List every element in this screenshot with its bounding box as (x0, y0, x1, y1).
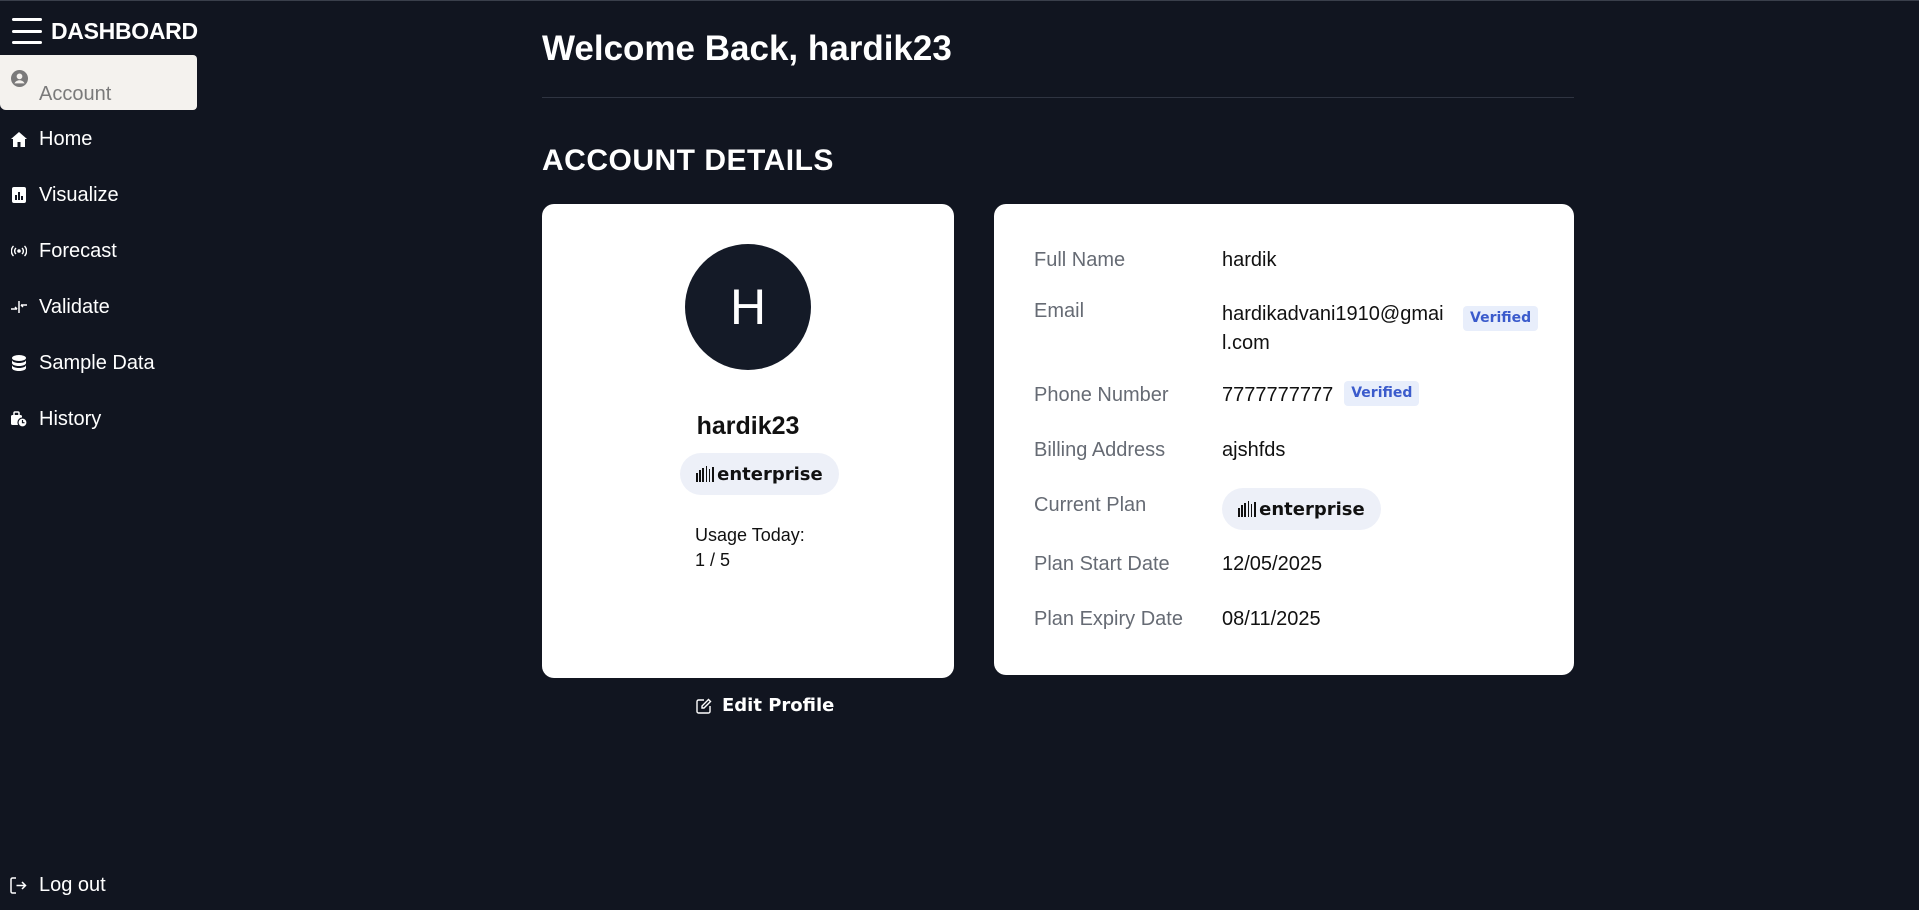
sidebar-item-label: Validate (39, 295, 110, 318)
sidebar-item-home[interactable]: Home (0, 113, 197, 165)
database-icon (10, 354, 28, 372)
detail-row-full-name: Full Name hardik (1034, 249, 1276, 272)
hamburger-menu-icon[interactable] (12, 18, 42, 44)
sidebar-item-label: History (39, 407, 102, 430)
usage-value: 1 / 5 (695, 550, 731, 570)
page-title: Welcome Back, hardik23 (542, 29, 952, 68)
detail-label: Email (1034, 300, 1085, 322)
sidebar-item-account[interactable]: Account (0, 55, 197, 110)
sidebar-item-validate[interactable]: Validate (0, 281, 197, 333)
phone-value: 7777777777 (1222, 384, 1334, 406)
sidebar-item-label: Account (39, 83, 112, 105)
logout-icon (10, 877, 28, 895)
sidebar-item-forecast[interactable]: Forecast (0, 225, 197, 277)
logout-label: Log out (39, 874, 106, 896)
detail-value: ajshfds (1222, 439, 1286, 461)
detail-label: Plan Expiry Date (1034, 608, 1183, 630)
logout-button[interactable]: Log out (10, 874, 106, 897)
plan-badge: enterprise (680, 453, 839, 495)
usage-today: Usage Today: 1 / 5 (695, 523, 805, 573)
home-icon (10, 130, 28, 148)
profile-card: H hardik23 enterprise Usage Today: 1 / 5 (542, 204, 954, 678)
broadcast-icon (10, 242, 28, 260)
usage-label: Usage Today: (695, 525, 805, 545)
sidebar-item-visualize[interactable]: Visualize (0, 169, 197, 221)
sidebar-item-history[interactable]: History (0, 393, 197, 445)
plan-badge-label: enterprise (717, 463, 823, 485)
divider (542, 97, 1574, 98)
user-circle-icon (10, 69, 28, 87)
detail-label: Phone Number (1034, 384, 1169, 406)
section-title: ACCOUNT DETAILS (542, 144, 834, 177)
verified-badge: Verified (1463, 306, 1539, 331)
sidebar-item-label: Sample Data (39, 351, 155, 374)
detail-row-billing: Billing Address ajshfds (1034, 439, 1285, 462)
plan-badge-label: enterprise (1259, 498, 1365, 520)
sidebar-item-sample-data[interactable]: Sample Data (0, 337, 197, 389)
detail-label: Full Name (1034, 249, 1126, 271)
brand: DASHBOARD (12, 16, 198, 46)
sidebar: DASHBOARD Account Home Visualize Forecas… (0, 1, 198, 910)
signal-bars-icon (696, 466, 715, 482)
plan-badge: enterprise (1222, 488, 1381, 530)
sidebar-item-label: Forecast (39, 239, 117, 262)
detail-row-phone: Phone Number 7777777777 Verified (1034, 381, 1420, 407)
signal-bars-icon (1238, 501, 1257, 517)
detail-row-expiry-date: Plan Expiry Date 08/11/2025 (1034, 608, 1321, 631)
history-icon (10, 410, 28, 428)
detail-row-email: Email hardikadvani1910@gmail.com Verifie… (1034, 300, 1539, 358)
chart-icon (10, 186, 28, 204)
edit-profile-label: Edit Profile (722, 695, 835, 716)
account-details-card: Full Name hardik Email hardikadvani1910@… (994, 204, 1574, 675)
detail-value: hardik (1222, 249, 1277, 271)
compare-icon (10, 298, 28, 316)
detail-value: enterprise (1222, 488, 1381, 530)
brand-title: DASHBOARD (51, 17, 198, 44)
detail-value: 12/05/2025 (1222, 553, 1323, 575)
detail-row-plan: Current Plan enterprise (1034, 488, 1381, 530)
sidebar-item-label: Home (39, 127, 93, 150)
profile-username: hardik23 (696, 412, 800, 440)
detail-label: Billing Address (1034, 439, 1166, 461)
sidebar-item-label: Visualize (39, 183, 119, 206)
detail-value: 7777777777 Verified (1222, 381, 1420, 407)
email-value: hardikadvani1910@gmail.com (1222, 303, 1444, 354)
edit-icon (696, 698, 712, 714)
edit-profile-button[interactable]: Edit Profile (696, 695, 834, 716)
detail-label: Current Plan (1034, 494, 1147, 516)
detail-value: hardikadvani1910@gmail.com Verified (1222, 300, 1539, 358)
detail-label: Plan Start Date (1034, 553, 1170, 575)
verified-badge: Verified (1344, 381, 1420, 406)
detail-row-start-date: Plan Start Date 12/05/2025 (1034, 553, 1322, 576)
detail-value: 08/11/2025 (1222, 608, 1321, 630)
avatar: H (685, 244, 811, 370)
